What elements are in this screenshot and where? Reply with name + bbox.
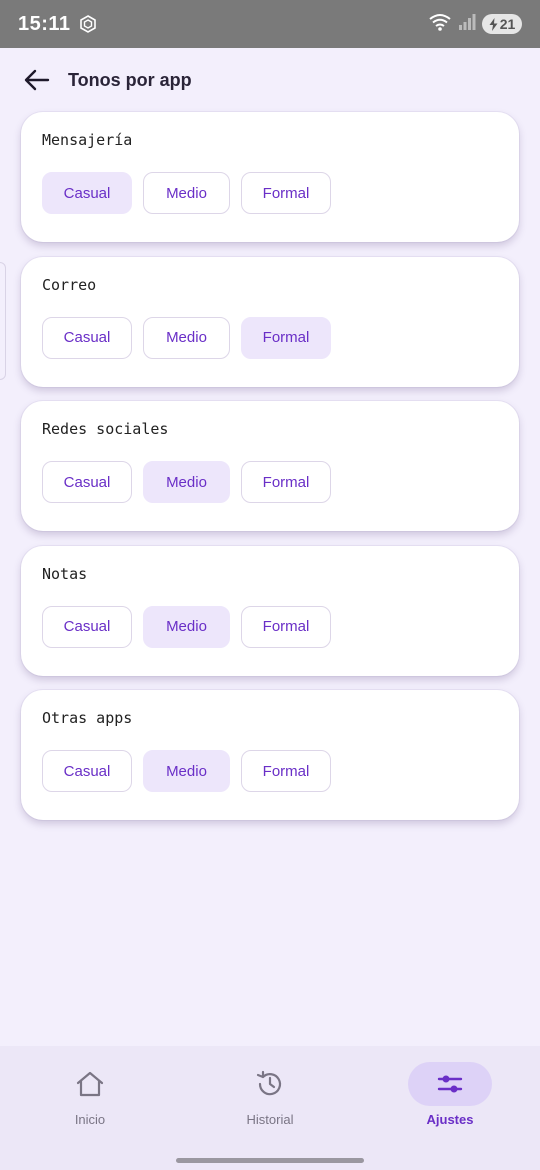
charging-bolt-icon — [489, 17, 498, 31]
nav-icon-container — [48, 1062, 132, 1106]
battery-indicator: 21 — [482, 14, 522, 34]
history-icon — [256, 1070, 282, 1096]
tone-casual-button[interactable]: Casual — [42, 316, 132, 359]
app-name: Notas — [42, 564, 88, 583]
app-tone-list: Mensajería Casual Medio Formal Correo Ca… — [21, 112, 519, 835]
arrow-left-icon — [24, 69, 50, 91]
signal-icon — [458, 13, 476, 36]
app-notification-icon — [79, 15, 97, 33]
tone-formal-button[interactable]: Formal — [241, 605, 331, 648]
tone-medio-button[interactable]: Medio — [143, 605, 230, 648]
tone-formal-button[interactable]: Formal — [241, 750, 331, 792]
app-name: Redes sociales — [42, 420, 169, 438]
app-tone-card: Otras apps Casual Medio Formal — [21, 690, 519, 820]
tone-selector: Casual Medio Formal — [42, 316, 498, 359]
tone-casual-button[interactable]: Casual — [42, 172, 132, 214]
nav-label: Ajustes — [426, 1112, 474, 1127]
tone-selector: Casual Medio Formal — [42, 750, 498, 792]
gesture-area — [0, 1150, 540, 1170]
tone-medio-button[interactable]: Medio — [143, 750, 230, 792]
nav-icon-container — [408, 1062, 492, 1106]
bottom-navigation: Inicio Historial Ajustes — [0, 1046, 540, 1150]
app-name: Mensajería — [42, 131, 133, 149]
home-icon — [76, 1071, 104, 1097]
tone-casual-button[interactable]: Casual — [42, 461, 132, 503]
app-tone-card: Mensajería Casual Medio Formal — [21, 112, 519, 242]
battery-level: 21 — [499, 16, 516, 32]
nav-label: Inicio — [74, 1112, 106, 1127]
side-edge-handle — [0, 262, 6, 380]
tone-medio-button[interactable]: Medio — [143, 172, 230, 214]
app-name: Correo — [42, 275, 97, 294]
gesture-handle[interactable] — [176, 1158, 364, 1163]
tone-selector: Casual Medio Formal — [42, 172, 498, 214]
nav-icon-container — [228, 1062, 312, 1106]
wifi-icon — [428, 13, 452, 36]
tone-casual-button[interactable]: Casual — [42, 750, 132, 792]
nav-label: Historial — [246, 1112, 294, 1127]
sliders-icon — [437, 1075, 463, 1093]
app-tone-card: Correo Casual Medio Formal — [21, 256, 519, 387]
app-header: Tonos por app — [0, 48, 540, 112]
app-name: Otras apps — [42, 709, 133, 727]
nav-item-inicio[interactable]: Inicio — [0, 1046, 180, 1150]
status-time: 15:11 — [18, 12, 71, 35]
page-title: Tonos por app — [68, 69, 192, 90]
tone-formal-button[interactable]: Formal — [241, 172, 331, 214]
tone-selector: Casual Medio Formal — [42, 605, 498, 648]
status-bar: 15:11 21 — [0, 0, 540, 48]
tone-selector: Casual Medio Formal — [42, 461, 498, 503]
tone-casual-button[interactable]: Casual — [42, 605, 132, 648]
tone-formal-button[interactable]: Formal — [241, 316, 331, 359]
app-tone-card: Redes sociales Casual Medio Formal — [21, 401, 519, 531]
tone-medio-button[interactable]: Medio — [143, 316, 230, 359]
nav-item-historial[interactable]: Historial — [180, 1046, 360, 1150]
tone-medio-button[interactable]: Medio — [143, 461, 230, 503]
tone-formal-button[interactable]: Formal — [241, 461, 331, 503]
back-button[interactable] — [22, 65, 52, 95]
app-tone-card: Notas Casual Medio Formal — [21, 545, 519, 676]
nav-item-ajustes[interactable]: Ajustes — [360, 1046, 540, 1150]
